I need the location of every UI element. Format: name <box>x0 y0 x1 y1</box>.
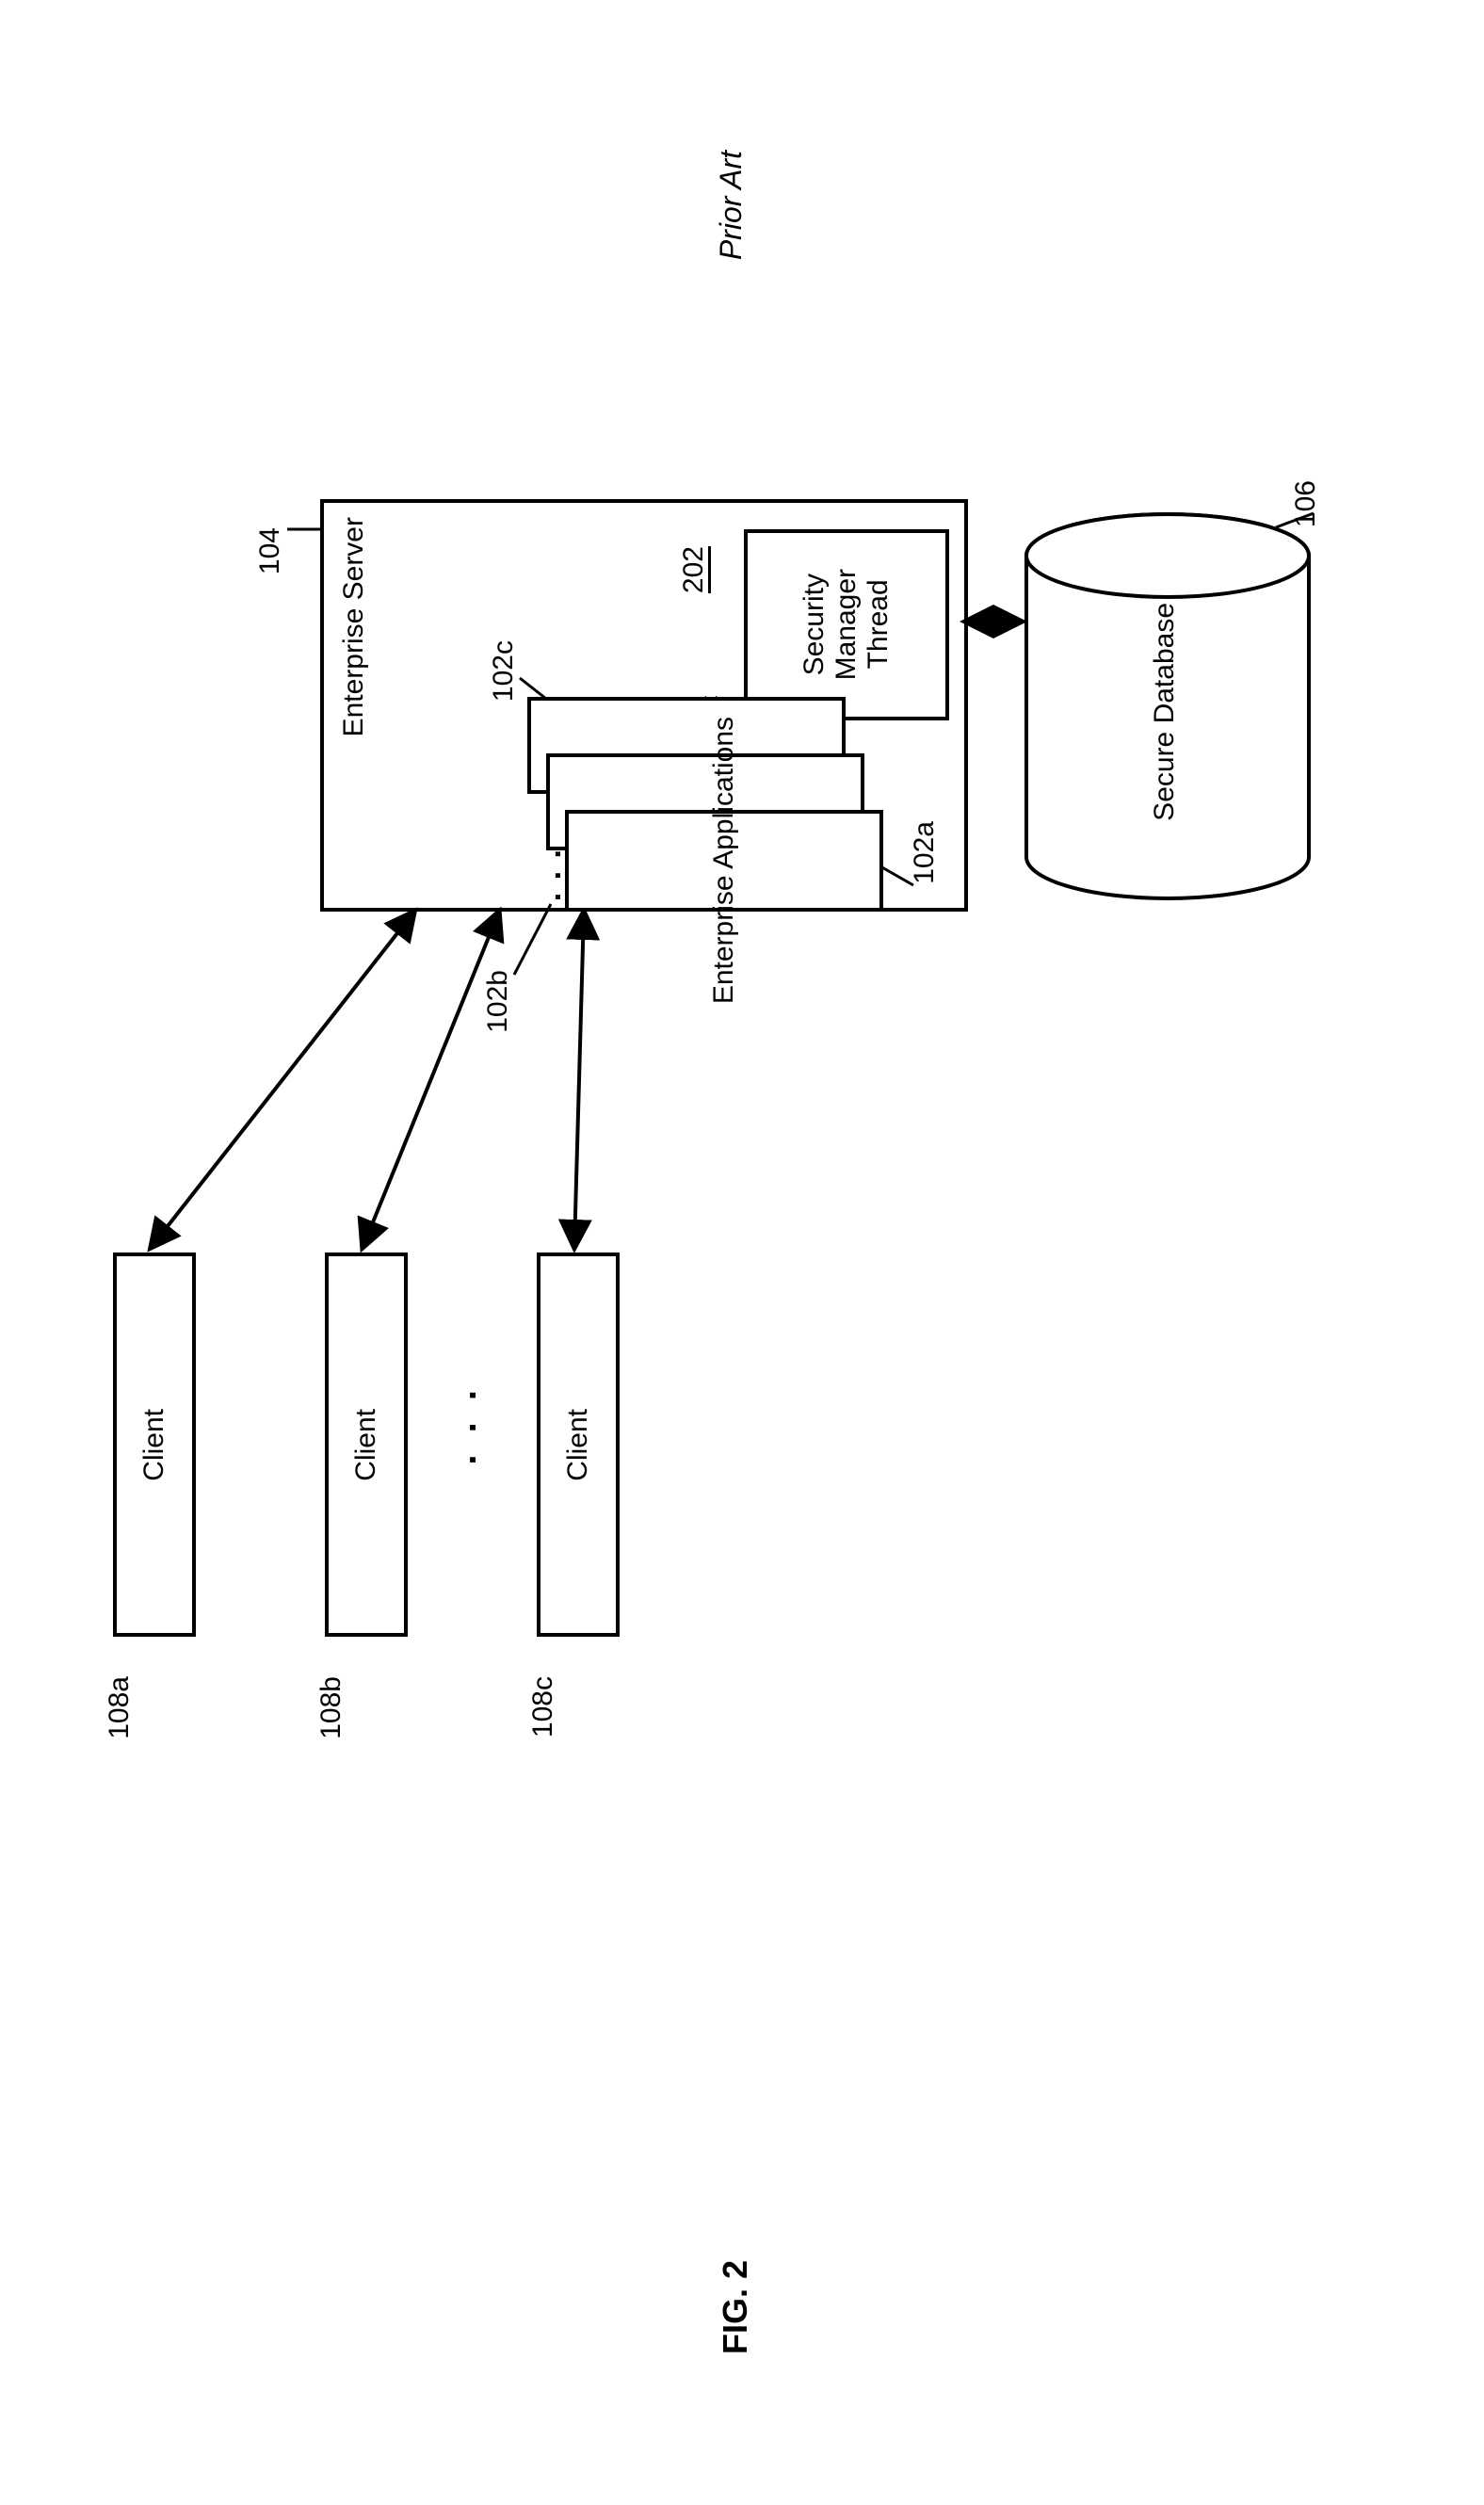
figure-caption: FIG. 2 <box>716 2260 755 2359</box>
label-102c: 102c <box>488 640 520 706</box>
enterprise-app-102a: Enterprise Applications <box>565 810 883 912</box>
label-102b: 102b <box>482 970 514 1038</box>
label-108a: 108a <box>104 1676 136 1744</box>
enterprise-server-title: Enterprise Server <box>338 517 370 741</box>
secure-database-text: Secure Database <box>1149 603 1181 826</box>
client-b: Client <box>325 1252 408 1637</box>
client-a: Client <box>113 1252 196 1637</box>
prior-art-title: Prior Art <box>714 151 749 265</box>
label-108c: 108c <box>527 1676 559 1742</box>
arrows-overlay <box>0 0 1484 2505</box>
label-104: 104 <box>254 527 286 579</box>
security-manager-box: Security Manager Thread <box>744 529 949 720</box>
label-102a: 102a <box>909 821 941 889</box>
diagram-page: Prior Art Enterprise Server 104 Enterpri… <box>0 0 1484 2505</box>
label-202: 202 <box>678 546 710 598</box>
clients-ellipsis: . . . <box>443 1384 485 1470</box>
client-c: Client <box>537 1252 620 1637</box>
label-108b: 108b <box>315 1676 347 1744</box>
apps-ellipsis: . . . <box>532 848 569 906</box>
label-106: 106 <box>1290 480 1322 532</box>
